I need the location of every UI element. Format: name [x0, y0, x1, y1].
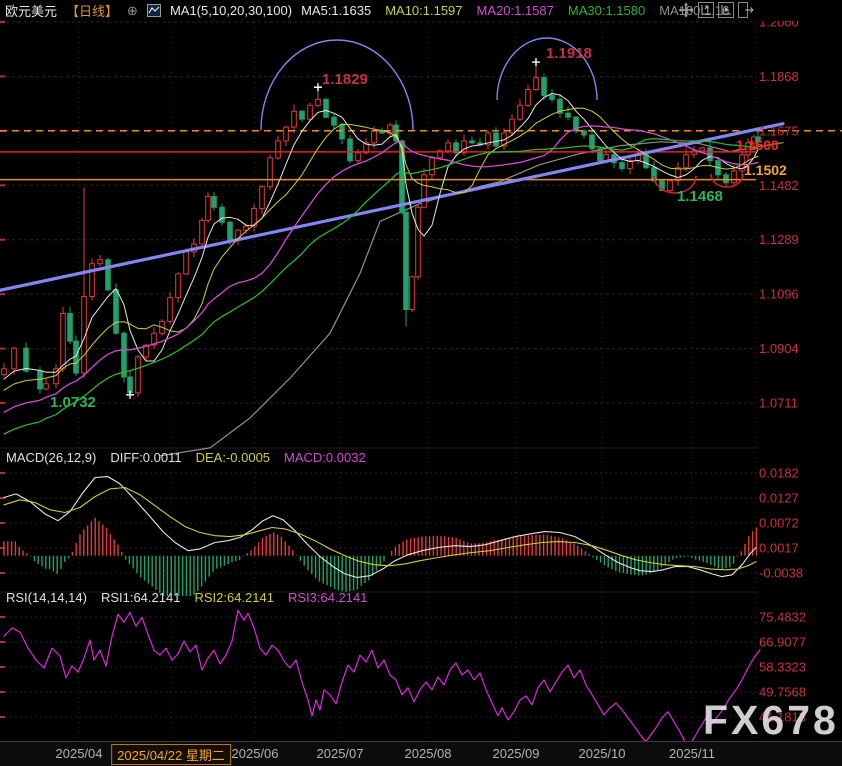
- macd-value: MACD:0.0032: [284, 450, 366, 465]
- rsi1-value: RSI1:64.2141: [101, 590, 181, 605]
- add-compare-icon[interactable]: ⊕: [127, 4, 138, 17]
- time-axis-label: 2025/09: [493, 746, 540, 761]
- ma-legend-value: MA30:1.1580: [568, 3, 645, 18]
- ma-legend-value: MA10:1.1597: [385, 3, 462, 18]
- time-axis-crosshair-date: 2025/04/22 星期二: [111, 744, 231, 765]
- time-axis-label: 2025/04: [56, 746, 103, 761]
- axis-scale-icon[interactable]: [698, 2, 714, 18]
- rsi-header: RSI(14,14,14) RSI1:64.2141 RSI2:64.2141 …: [6, 590, 367, 605]
- macd-settings-label[interactable]: MACD(26,12,9): [6, 450, 96, 465]
- time-axis-label: 2025/07: [317, 746, 364, 761]
- ma-legend-value: MA5:1.1635: [301, 3, 371, 18]
- time-axis-label: 2025/06: [232, 746, 279, 761]
- ma-legend: MA5:1.1635 MA10:1.1597 MA20:1.1587 MA30:1.1…: [301, 3, 729, 18]
- symbol-title: 欧元美元: [5, 1, 57, 20]
- main-price-pane[interactable]: [0, 22, 756, 448]
- macd-header: MACD(26,12,9) DIFF:0.0011 DEA:-0.0005 MA…: [6, 450, 366, 465]
- exit-fullscreen-icon[interactable]: [738, 2, 754, 18]
- time-axis-label: 2025/10: [579, 746, 626, 761]
- rsi-settings-label[interactable]: RSI(14,14,14): [6, 590, 87, 605]
- indicator-style-icon[interactable]: [147, 4, 161, 17]
- trading-chart-app: 1.18291.19181.07321.14681.16001.15021.20…: [0, 0, 842, 766]
- rsi3-value: RSI3:64.2141: [288, 590, 368, 605]
- chart-play-icon[interactable]: [718, 2, 734, 18]
- time-axis-label: 2025/08: [405, 746, 452, 761]
- ma-settings-label: MA1(5,10,20,30,100): [170, 3, 292, 18]
- time-axis-label: 2025/11: [669, 746, 715, 761]
- time-axis[interactable]: 2025/04 2025/04/22 星期二2025/06 2025/07 2025/…: [0, 741, 842, 766]
- rsi-pane[interactable]: [0, 592, 756, 738]
- chart-toolbar: [678, 2, 754, 18]
- macd-diff-value: DIFF:0.0011: [110, 450, 181, 465]
- period-label[interactable]: 【日线】: [66, 1, 118, 20]
- ma-legend-value: MA20:1.1587: [477, 3, 554, 18]
- price-axis-scale[interactable]: [756, 22, 842, 738]
- macd-dea-value: DEA:-0.0005: [196, 450, 270, 465]
- rsi2-value: RSI2:64.2141: [194, 590, 274, 605]
- macd-pane[interactable]: [0, 448, 756, 592]
- crosshair-move-icon[interactable]: [678, 2, 694, 18]
